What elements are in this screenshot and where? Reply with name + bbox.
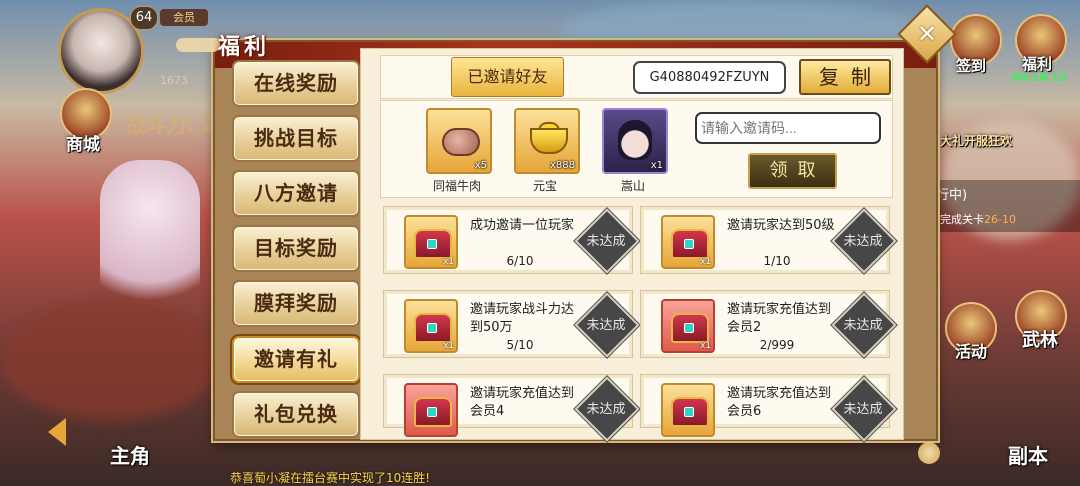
task-description: 邀请玩家充值达到会员6 xyxy=(727,386,832,419)
invited-friends-button[interactable]: 已邀请好友 xyxy=(451,57,564,97)
chest-lock xyxy=(684,407,694,417)
expand-arrow-icon[interactable] xyxy=(48,418,66,446)
hero-portrait-icon xyxy=(618,120,652,160)
task-progress: 6/10 xyxy=(506,254,534,268)
shop-label[interactable]: 商城 xyxy=(66,130,100,155)
tab-worship-reward[interactable]: 膜拜奖励 xyxy=(232,280,360,327)
player-level-badge: 64 xyxy=(130,6,158,30)
status-text: 未达成 xyxy=(843,318,883,333)
chest-count: x1 xyxy=(699,341,711,351)
item-count: x5 xyxy=(474,160,487,171)
item-count: x888 xyxy=(549,160,575,171)
tab-target-reward[interactable]: 目标奖励 xyxy=(232,225,360,272)
panel-title: 福利 xyxy=(218,35,271,60)
chest-icon xyxy=(404,383,458,437)
signin-label[interactable]: 签到 xyxy=(956,55,986,76)
invite-code-input[interactable] xyxy=(695,112,881,144)
reward-item-ingot[interactable]: x888 xyxy=(514,108,580,174)
item-name: 同福牛肉 xyxy=(432,179,481,193)
vip-tag: 会员 xyxy=(160,9,208,26)
task-card: x1 成功邀请一位玩家 6/10 未达成 xyxy=(383,206,640,274)
chest-count: x1 xyxy=(699,257,711,267)
status-text: 未达成 xyxy=(843,234,883,249)
task-card: x1 邀请玩家充值达到会员2 2/999 未达成 xyxy=(640,290,897,358)
task-progress: 1/10 xyxy=(763,254,791,268)
stage-status: 行中) xyxy=(936,188,968,203)
background-character xyxy=(100,160,200,320)
chest-lock xyxy=(427,239,437,249)
chest-icon: x1 xyxy=(404,299,458,353)
welfare-timer: 00:18:15 xyxy=(1012,71,1067,84)
chest-lock xyxy=(684,239,694,249)
combat-power-label: 战斗力: 2 xyxy=(126,113,215,137)
status-text: 未达成 xyxy=(843,402,883,417)
invite-code-display: G40880492FZUYN xyxy=(633,61,786,94)
stage-progress-label: 完成关卡 xyxy=(940,213,984,226)
tab-invite-all[interactable]: 八方邀请 xyxy=(232,170,360,217)
activity-label[interactable]: 活动 xyxy=(955,338,987,362)
task-card: 邀请玩家充值达到会员4 未达成 xyxy=(383,374,640,442)
chest-lock xyxy=(684,323,694,333)
tab-gift-code[interactable]: 礼包兑换 xyxy=(232,391,360,438)
task-progress: 2/999 xyxy=(759,338,795,352)
chest-icon: x1 xyxy=(661,299,715,353)
task-card: 邀请玩家充值达到会员6 未达成 xyxy=(640,374,897,442)
dungeon-label[interactable]: 副本 xyxy=(1008,440,1048,469)
task-description: 邀请玩家战斗力达到50万 xyxy=(470,302,575,335)
beef-icon xyxy=(442,128,480,156)
flower-ornament-icon xyxy=(918,442,940,464)
chest-icon: x1 xyxy=(661,215,715,269)
main-character-label[interactable]: 主角 xyxy=(110,440,150,469)
item-name: 嵩山 xyxy=(620,179,645,193)
task-progress: 5/10 xyxy=(506,338,534,352)
close-icon[interactable]: ✕ xyxy=(906,13,948,55)
reward-item-beef[interactable]: x5 xyxy=(426,108,492,174)
chest-count: x1 xyxy=(442,341,454,351)
task-card: x1 邀请玩家达到50级 1/10 未达成 xyxy=(640,206,897,274)
task-description: 成功邀请一位玩家 xyxy=(470,218,575,233)
item-count: x1 xyxy=(650,160,663,171)
chest-lock xyxy=(427,323,437,333)
status-text: 未达成 xyxy=(586,402,626,417)
chest-icon xyxy=(661,383,715,437)
copy-button[interactable]: 复制 xyxy=(799,59,891,95)
task-description: 邀请玩家达到50级 xyxy=(727,218,835,233)
reward-item-hero[interactable]: x1 xyxy=(602,108,668,174)
stage-progress: 完成关卡26-10 xyxy=(940,211,1016,227)
tab-challenge-goal[interactable]: 挑战目标 xyxy=(232,115,360,162)
chest-icon: x1 xyxy=(404,215,458,269)
task-description: 邀请玩家充值达到会员4 xyxy=(470,386,575,419)
cloud-ornament-icon xyxy=(176,38,220,52)
tab-invite-gift[interactable]: 邀请有礼 xyxy=(232,336,360,383)
stage-progress-value: 26-10 xyxy=(984,213,1016,226)
chest-lock xyxy=(427,407,437,417)
chest-count: x1 xyxy=(442,257,454,267)
task-description: 邀请玩家充值达到会员2 xyxy=(727,302,832,335)
wulin-label[interactable]: 武林 xyxy=(1022,326,1058,352)
status-text: 未达成 xyxy=(586,318,626,333)
bigprize-label[interactable]: 大礼开服狂欢 xyxy=(940,132,1012,149)
announcement-ticker: 恭喜萄小凝在擂台赛中实现了10连胜! xyxy=(230,471,431,485)
player-small-number: 1673 xyxy=(160,74,188,87)
claim-button[interactable]: 领取 xyxy=(748,153,837,189)
tab-online-reward[interactable]: 在线奖励 xyxy=(232,60,360,107)
gold-ingot-body xyxy=(530,128,568,154)
item-name: 元宝 xyxy=(532,179,557,193)
task-card: x1 邀请玩家战斗力达到50万 5/10 未达成 xyxy=(383,290,640,358)
status-text: 未达成 xyxy=(586,234,626,249)
